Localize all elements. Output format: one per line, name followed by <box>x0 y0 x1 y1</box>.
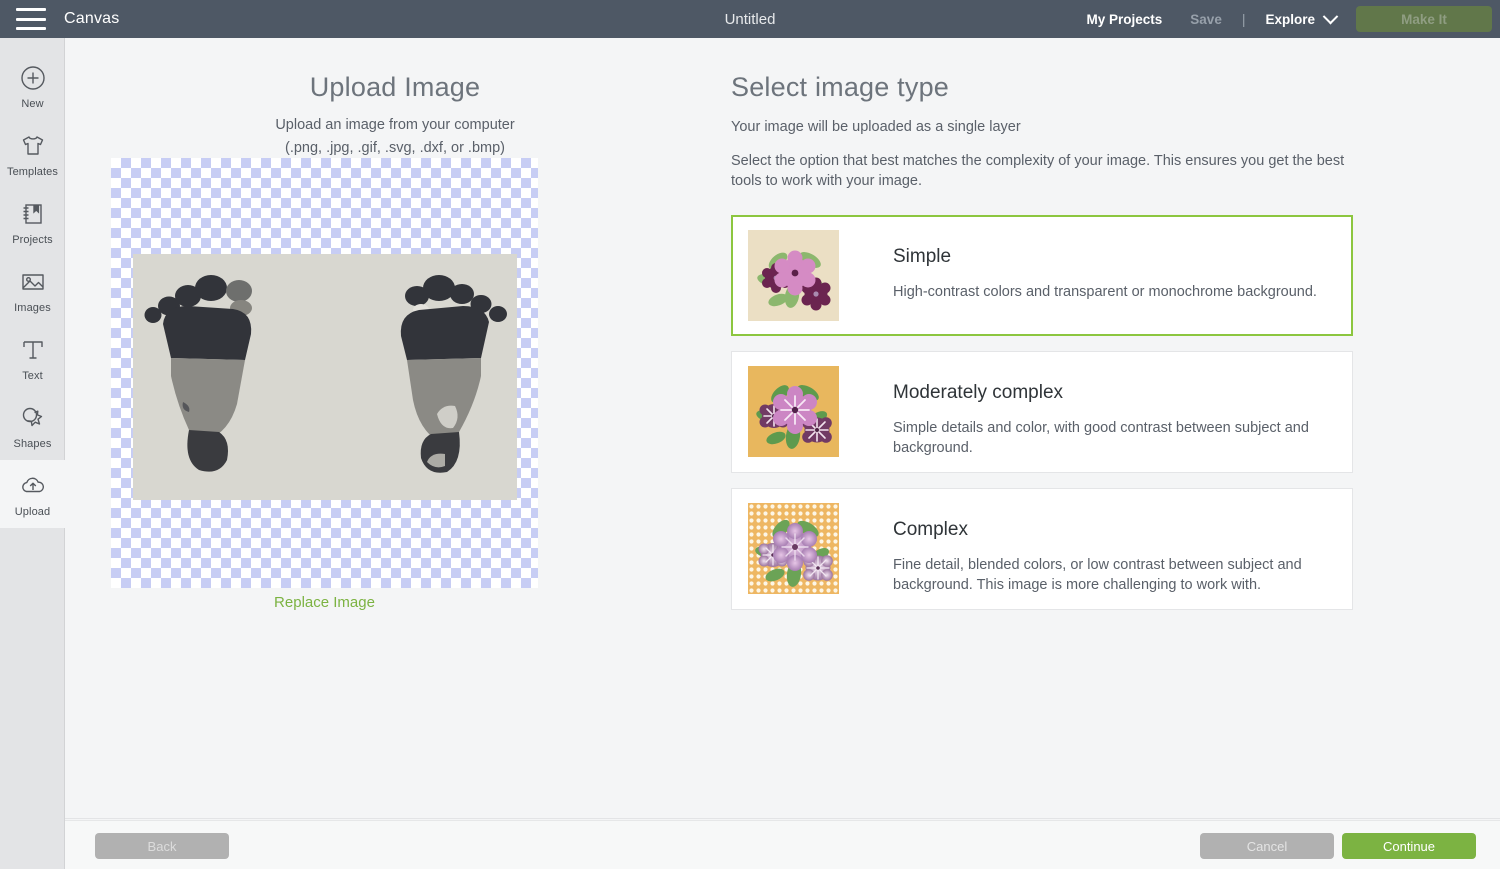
save-button[interactable]: Save <box>1176 12 1236 27</box>
moderately-complex-option-text: Moderately complex Simple details and co… <box>839 366 1325 458</box>
upload-panel-subtitle: Upload an image from your computer <box>275 117 515 133</box>
header-divider: | <box>1241 11 1246 27</box>
complex-option-text: Complex Fine detail, blended colors, or … <box>839 503 1325 595</box>
upload-panel: Upload Image Upload an image from your c… <box>65 38 725 611</box>
header-actions: My Projects Save | Explore Make It <box>1073 6 1500 32</box>
top-header: Canvas Untitled My Projects Save | Explo… <box>0 0 1500 38</box>
text-t-icon <box>18 335 48 365</box>
sidebar-item-label: Upload <box>14 505 51 518</box>
image-type-description: Select the option that best matches the … <box>731 153 1345 189</box>
image-type-option-moderately-complex[interactable]: Moderately complex Simple details and co… <box>731 351 1353 473</box>
option-description: High-contrast colors and transparent or … <box>893 284 1317 300</box>
image-type-panel: Select image type Your image will be upl… <box>731 38 1431 625</box>
sidebar-item-projects[interactable]: Projects <box>0 188 65 256</box>
image-type-option-simple[interactable]: Simple High-contrast colors and transpar… <box>731 215 1353 336</box>
image-type-option-complex[interactable]: Complex Fine detail, blended colors, or … <box>731 488 1353 610</box>
footer-bar: Back Cancel Continue <box>65 820 1500 869</box>
moderately-complex-thumbnail-icon <box>748 366 839 457</box>
upload-panel-title: Upload Image <box>309 72 481 102</box>
tshirt-icon <box>18 131 48 161</box>
sidebar-item-label: Projects <box>12 233 53 246</box>
left-sidebar: New Templates Projects Images Text Shape… <box>0 38 65 869</box>
replace-image-link[interactable]: Replace Image <box>111 594 538 611</box>
cancel-button[interactable]: Cancel <box>1200 833 1334 859</box>
option-title: Simple <box>893 246 952 267</box>
sidebar-item-text[interactable]: Text <box>0 324 65 392</box>
sidebar-item-label: Shapes <box>13 437 52 450</box>
sidebar-item-upload[interactable]: Upload <box>0 460 65 528</box>
sidebar-item-label: Text <box>22 369 43 382</box>
uploaded-image-preview <box>133 254 517 500</box>
chevron-down-icon <box>1322 8 1339 24</box>
sidebar-item-templates[interactable]: Templates <box>0 120 65 188</box>
image-type-title: Select image type <box>731 72 950 102</box>
my-projects-link[interactable]: My Projects <box>1073 12 1177 27</box>
simple-thumbnail-icon <box>748 230 839 321</box>
option-title: Complex <box>893 519 968 540</box>
simple-option-text: Simple High-contrast colors and transpar… <box>839 230 1325 302</box>
sidebar-item-label: Templates <box>6 165 59 178</box>
image-preview-checkerboard <box>111 158 538 588</box>
main-content: Upload Image Upload an image from your c… <box>65 38 1500 819</box>
upload-panel-formats: (.png, .jpg, .gif, .svg, .dxf, or .bmp) <box>284 140 505 156</box>
shapes-star-icon <box>18 403 48 433</box>
option-title: Moderately complex <box>893 382 1064 403</box>
explore-label: Explore <box>1265 11 1315 27</box>
image-type-subtitle: Your image will be uploaded as a single … <box>731 119 1021 135</box>
cloud-upload-icon <box>18 471 48 501</box>
make-it-button[interactable]: Make It <box>1356 6 1492 32</box>
notebook-bookmark-icon <box>18 199 48 229</box>
option-description: Fine detail, blended colors, or low cont… <box>893 557 1302 593</box>
app-brand-label: Canvas <box>64 10 120 27</box>
sidebar-item-shapes[interactable]: Shapes <box>0 392 65 460</box>
sidebar-item-images[interactable]: Images <box>0 256 65 324</box>
plus-circle-icon <box>18 63 48 93</box>
explore-menu[interactable]: Explore <box>1251 8 1342 27</box>
sidebar-item-label: New <box>21 97 44 110</box>
image-type-options: Simple High-contrast colors and transpar… <box>731 215 1431 610</box>
option-description: Simple details and color, with good cont… <box>893 420 1309 456</box>
complex-thumbnail-icon <box>748 503 839 594</box>
continue-button[interactable]: Continue <box>1342 833 1476 859</box>
back-button[interactable]: Back <box>95 833 229 859</box>
sidebar-item-new[interactable]: New <box>0 52 65 120</box>
sidebar-item-label: Images <box>14 301 51 314</box>
picture-icon <box>18 267 48 297</box>
hamburger-menu-icon[interactable] <box>16 8 46 30</box>
